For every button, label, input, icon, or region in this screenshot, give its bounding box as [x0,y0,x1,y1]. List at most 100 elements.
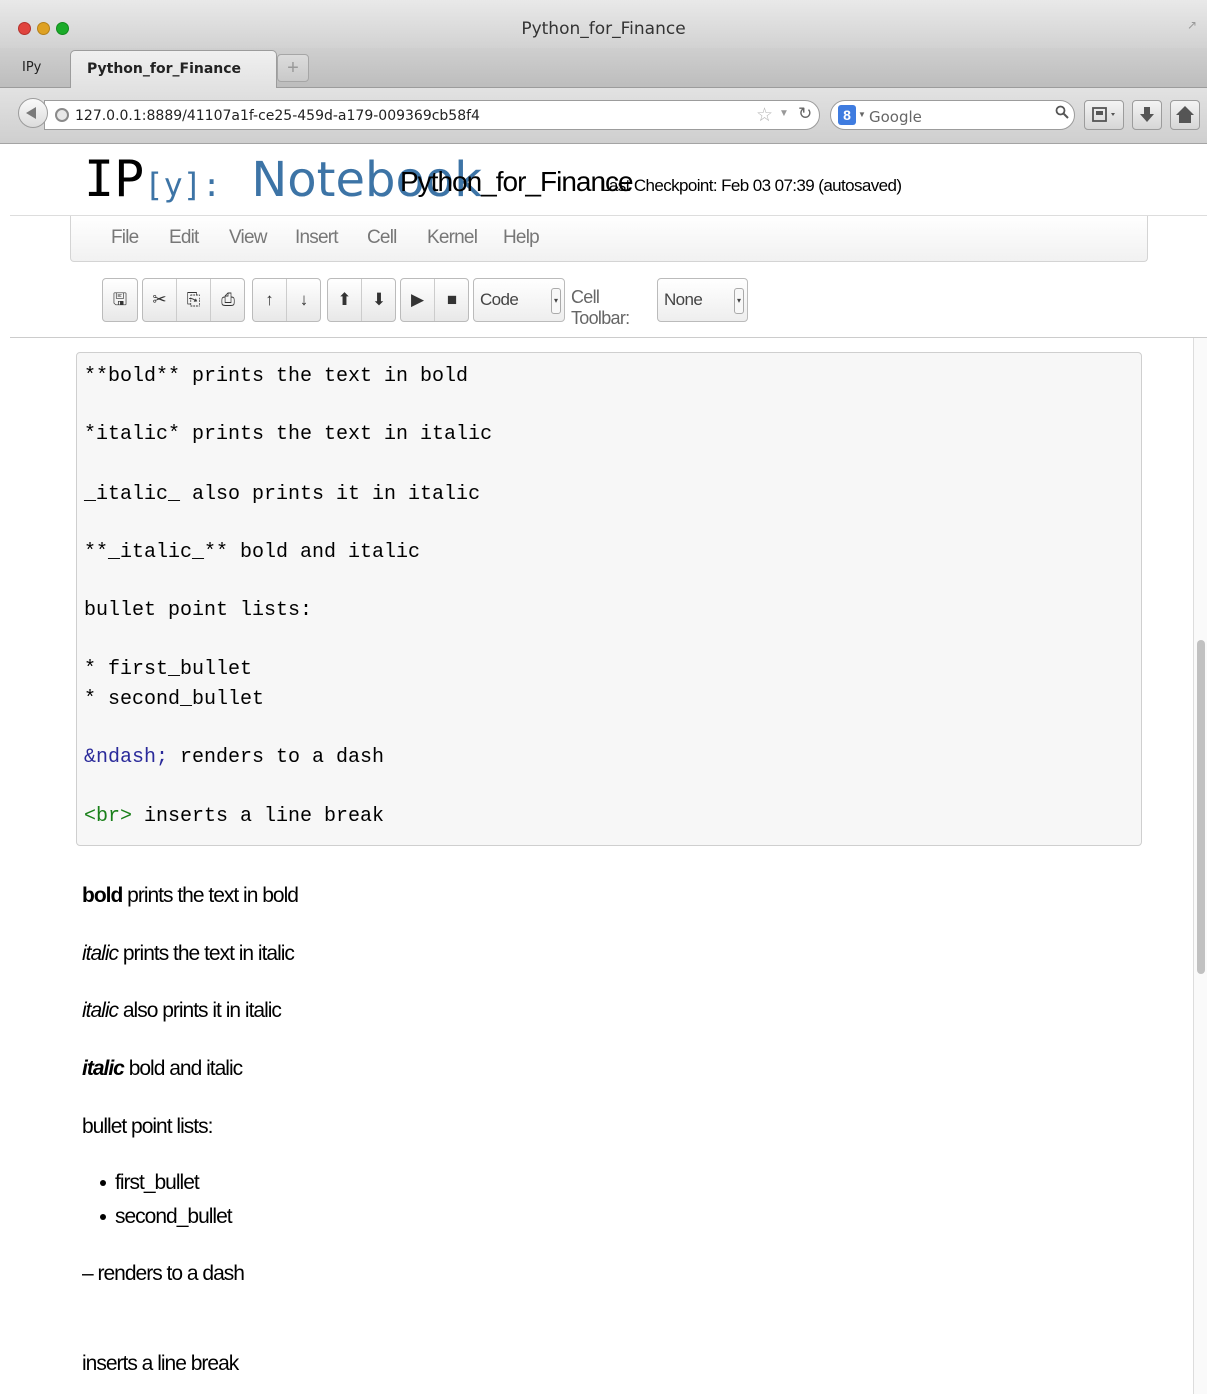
checkpoint-status: Last Checkpoint: Feb 03 07:39 (autosaved… [600,176,902,195]
code-text: renders to a dash [168,746,385,769]
menu-view[interactable]: View [229,227,267,249]
reload-icon[interactable]: ↻ [798,104,812,124]
search-placeholder[interactable]: Google [869,108,922,126]
back-button[interactable] [18,98,48,128]
menu-help[interactable]: Help [503,227,540,249]
code-line[interactable]: <br> inserts a line break [84,805,384,828]
save-group: 🖫 [102,278,138,322]
break-line: inserts a line break [82,1352,239,1375]
cell-type-value: Code [480,290,519,309]
run-group: ▶ ■ [400,278,469,322]
cell-toolbar-label: Cell Toolbar: [571,287,630,328]
rendered-line: italic also prints it in italic [82,999,282,1023]
stop-icon[interactable]: ■ [435,279,469,321]
run-icon[interactable]: ▶ [401,279,435,321]
code-line[interactable]: * first_bullet [84,658,252,681]
bullet-icon [100,1180,106,1187]
rendered-line: italic bold and italic [82,1057,243,1081]
code-line[interactable]: **_italic_** bold and italic [84,541,420,564]
url-text[interactable]: 127.0.0.1:8889/41107a1f-ce25-459d-a179-0… [75,108,480,124]
search-engine-icon[interactable]: 8 [838,105,856,125]
markdown-editor-cell[interactable]: **bold** prints the text in bold *italic… [76,352,1142,846]
italic-text: italic [82,999,119,1022]
bookmark-star-icon[interactable]: ☆ [756,104,773,127]
move-down-icon[interactable]: ↓ [287,279,321,321]
html-tag-token: <br> [84,805,133,828]
clipboard-group: ✂ ⎘ ⎙ [142,278,245,322]
rendered-markdown-cell[interactable]: bold prints the text in bold italic prin… [82,878,1142,1378]
notebook-name[interactable]: Python_for_Finance [400,166,634,198]
menubar: File Edit View Insert Cell Kernel Help [70,216,1148,262]
cell-type-select[interactable]: Code ▾ [473,278,565,322]
addon-button[interactable] [1084,100,1124,130]
download-icon [1140,107,1154,122]
select-arrow-icon: ▾ [734,288,744,314]
list-item-text: second_bullet [115,1205,233,1228]
plain-text: also prints it in italic [118,999,282,1022]
insert-group: ⬆ ⬇ [327,278,396,322]
insert-below-icon[interactable]: ⬇ [362,279,396,321]
home-button[interactable] [1170,100,1200,130]
italic-text: italic [82,942,119,965]
scrollbar-thumb[interactable] [1197,640,1205,974]
url-bar[interactable]: 127.0.0.1:8889/41107a1f-ce25-459d-a179-0… [44,100,820,130]
list-item: second_bullet [100,1205,233,1229]
menu-insert[interactable]: Insert [295,227,339,249]
scrollbar[interactable] [1193,338,1207,1394]
dash-line: – renders to a dash [82,1262,245,1285]
code-line[interactable]: _italic_ also prints it in italic [84,483,480,506]
insert-above-icon[interactable]: ⬆ [328,279,362,321]
cell-toolbar-value: None [664,290,703,309]
code-line[interactable]: * second_bullet [84,688,264,711]
bold-italic-text: italic [82,1057,125,1080]
list-heading: bullet point lists: [82,1115,213,1138]
plain-text: bold and italic [123,1057,243,1080]
menu-panel: File Edit View Insert Cell Kernel Help 🖫… [10,216,1207,338]
move-up-icon[interactable]: ↑ [253,279,287,321]
list-item: first_bullet [100,1171,200,1195]
notebook-header: IP[y]: Notebook Python_for_Finance Last … [10,144,1207,216]
menu-cell[interactable]: Cell [367,227,397,249]
cut-icon[interactable]: ✂ [143,279,177,321]
code-line[interactable]: **bold** prints the text in bold [84,365,468,388]
search-icon[interactable] [1055,105,1069,119]
window-title: Python_for_Finance [521,19,686,39]
home-icon [1176,106,1194,123]
save-icon[interactable]: 🖫 [103,279,137,321]
menu-file[interactable]: File [111,227,139,249]
tab-favicon-label: IPy [22,60,42,75]
plain-text: prints the text in italic [118,942,295,965]
navigation-bar: 127.0.0.1:8889/41107a1f-ce25-459d-a179-0… [0,88,1207,144]
bold-text: bold [82,884,123,907]
paste-icon[interactable]: ⎙ [211,279,245,321]
code-text: inserts a line break [132,805,385,828]
rendered-line: bold prints the text in bold [82,884,299,908]
new-tab-button[interactable]: + [277,54,309,82]
tab-bar: IPy Python_for_Finance + [0,48,1207,88]
download-button[interactable] [1132,100,1162,130]
tab-label: Python_for_Finance [87,61,242,77]
site-identity-icon[interactable] [55,108,69,122]
code-line[interactable]: &ndash; renders to a dash [84,746,384,769]
addon-icon [1092,107,1115,122]
notebook-area[interactable]: **bold** prints the text in bold *italic… [10,338,1207,1394]
history-dropdown-icon[interactable]: ▼ [779,108,789,119]
fullscreen-icon[interactable]: ↗ [1187,18,1197,32]
menu-edit[interactable]: Edit [169,227,199,249]
select-arrow-icon: ▾ [551,288,561,314]
title-bar: Python_for_Finance ↗ [0,0,1207,48]
plain-text: prints the text in bold [122,884,299,907]
entity-token: &ndash; [84,746,169,769]
copy-icon[interactable]: ⎘ [177,279,211,321]
search-bar[interactable]: 8 ▼ Google [830,100,1075,130]
engine-dropdown-icon[interactable]: ▼ [858,110,866,119]
bullet-icon [100,1214,106,1221]
menu-kernel[interactable]: Kernel [427,227,478,249]
code-line[interactable]: *italic* prints the text in italic [84,423,492,446]
cell-toolbar-select[interactable]: None ▾ [657,278,748,322]
code-line[interactable]: bullet point lists: [84,599,312,622]
logo-y: [y]: [144,166,222,204]
rendered-line: italic prints the text in italic [82,942,295,966]
move-group: ↑ ↓ [252,278,321,322]
tab-python-for-finance[interactable]: Python_for_Finance [70,50,277,88]
